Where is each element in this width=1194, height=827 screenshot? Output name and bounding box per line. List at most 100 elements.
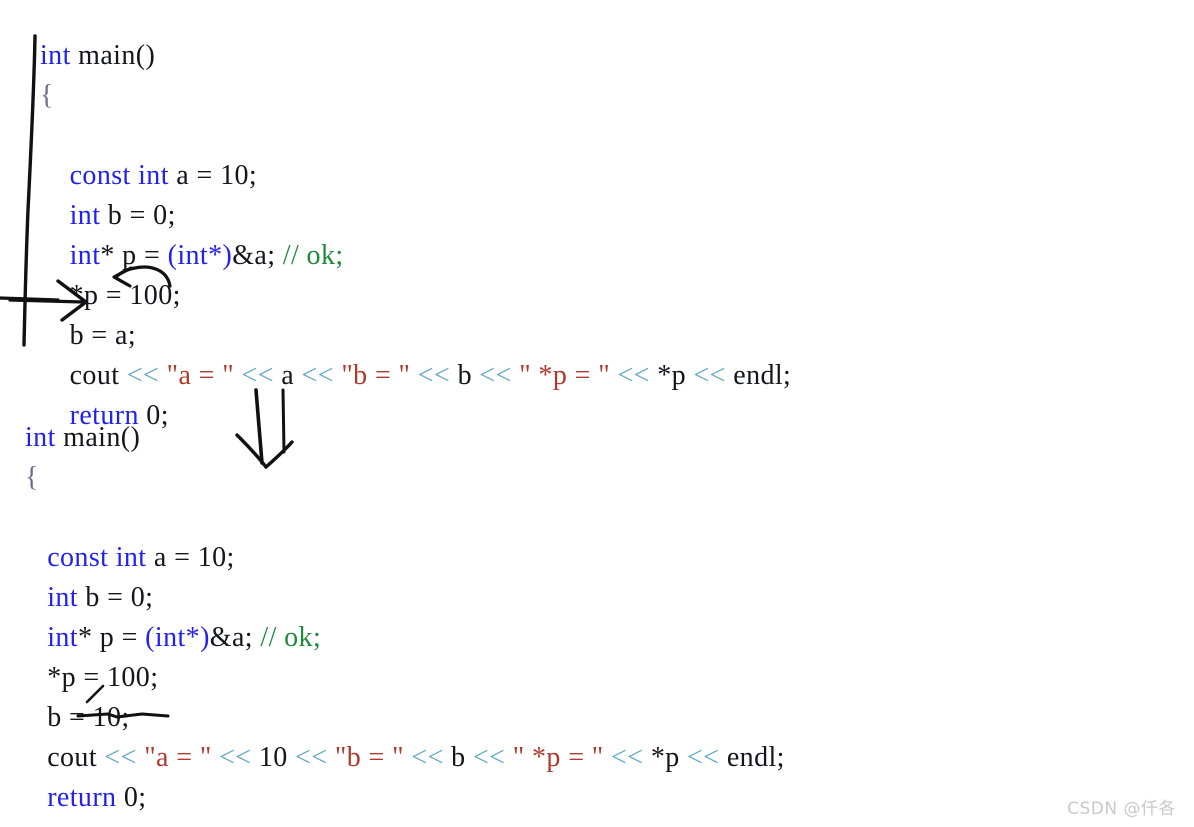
code-token-id	[410, 360, 417, 391]
code-token-id	[328, 742, 335, 773]
code-line: {	[40, 76, 791, 116]
code-token-str: " *p = "	[519, 360, 611, 391]
code-line: *p = 100;	[25, 658, 785, 698]
code-token-id	[25, 782, 47, 813]
code-token-id: *p =	[40, 280, 130, 311]
code-token-num: 10	[197, 542, 227, 573]
csdn-watermark: CSDN @仟各	[1067, 799, 1176, 819]
code-token-id	[252, 742, 259, 773]
code-token-kw: (	[167, 240, 178, 271]
code-token-id	[25, 582, 47, 613]
code-token-punc: ;	[138, 782, 147, 813]
code-line: cout << "a = " << 10 << "b = " << b << "…	[25, 738, 785, 778]
code-token-punc: ()	[120, 422, 141, 453]
code-token-str: "b = "	[341, 360, 411, 391]
code-token-id	[108, 542, 115, 573]
code-token-op: <<	[411, 742, 444, 773]
code-token-kw: int	[154, 622, 186, 653]
code-token-kw: (	[145, 622, 155, 653]
code-line: int b = 0;	[25, 578, 785, 618]
code-token-id	[505, 742, 512, 773]
code-token-id: a =	[146, 542, 198, 573]
code-token-kw: int	[25, 422, 56, 453]
code-token-op: <<	[301, 360, 334, 391]
code-token-op: <<	[617, 360, 650, 391]
code-token-num: 10	[220, 160, 249, 191]
code-token-id: main	[78, 40, 136, 71]
code-token-num: 0	[123, 782, 139, 813]
code-token-id	[25, 622, 47, 653]
code-block-result: int main() { const int a = 10; int b = 0;…	[25, 418, 785, 818]
code-token-punc: ;	[248, 160, 258, 191]
code-line: const int a = 10;	[40, 156, 791, 196]
code-line: int b = 0;	[40, 196, 791, 236]
code-token-kw: int	[115, 542, 147, 573]
code-token-op: <<	[693, 360, 726, 391]
code-token-op: <<	[295, 742, 328, 773]
code-token-id: b	[443, 742, 473, 773]
code-line: b = a;	[40, 316, 791, 356]
code-token-str: "a = "	[166, 360, 235, 391]
code-token-num: 0	[153, 200, 168, 231]
code-token-id	[116, 782, 123, 813]
code-token-op: <<	[104, 742, 137, 773]
code-token-str: "b = "	[334, 742, 404, 773]
code-line: int* p = (int*)&a; // ok;	[40, 236, 791, 276]
code-line: b = 10;	[25, 698, 785, 738]
code-token-op: <<	[472, 742, 506, 773]
code-token-brace: {	[40, 80, 54, 111]
code-token-id: *p	[649, 360, 694, 391]
code-token-id: endl;	[725, 360, 792, 391]
code-token-id: a	[273, 360, 302, 391]
code-token-punc: ;	[226, 542, 235, 573]
code-token-op: <<	[241, 360, 274, 391]
code-token-id: b = a;	[40, 320, 136, 351]
code-token-cmt: // ok;	[282, 240, 344, 271]
code-token-id: *p =	[25, 662, 107, 693]
code-token-id: b =	[25, 702, 93, 733]
code-token-id: cout	[40, 360, 127, 391]
code-token-kw: *)	[208, 240, 233, 271]
code-token-kw: *)	[185, 622, 210, 653]
code-token-id: cout	[25, 742, 105, 773]
code-token-id	[40, 160, 70, 191]
code-token-id	[234, 360, 241, 391]
code-token-op: <<	[417, 360, 451, 391]
code-token-op: <<	[611, 742, 644, 773]
code-token-op: <<	[126, 360, 160, 391]
code-token-id: *p	[643, 742, 688, 773]
code-token-id	[40, 200, 70, 231]
code-token-punc: ()	[135, 40, 156, 71]
code-token-id: main	[63, 422, 121, 453]
code-token-id: &a;	[209, 622, 261, 653]
code-token-id: b	[450, 360, 480, 391]
code-token-brace: {	[25, 462, 39, 493]
code-token-kw: const	[47, 542, 109, 573]
code-token-id	[604, 742, 611, 773]
code-line: const int a = 10;	[25, 538, 785, 578]
document-canvas: int main(){ const int a = 10; int b = 0;…	[0, 0, 1194, 827]
code-token-kw: return	[47, 782, 117, 813]
code-token-id: a =	[168, 160, 221, 191]
code-token-id	[212, 742, 219, 773]
code-token-punc: ;	[172, 280, 181, 311]
code-token-num: 100	[107, 662, 151, 693]
code-token-kw: int	[177, 240, 209, 271]
code-line: {	[25, 458, 785, 498]
code-token-kw: int	[69, 240, 101, 271]
code-token-num: 0	[130, 582, 146, 613]
code-token-op: <<	[479, 360, 512, 391]
code-token-kw: int	[138, 160, 169, 191]
code-block-original: int main() { const int a = 10; int b = 0;…	[40, 36, 791, 436]
code-token-str: "a = "	[144, 742, 212, 773]
code-token-id	[159, 360, 166, 391]
code-token-punc: ;	[145, 582, 154, 613]
code-token-id: * p =	[100, 240, 168, 271]
code-line: int* p = (int*)&a; // ok;	[25, 618, 785, 658]
code-token-punc: ;	[150, 662, 159, 693]
code-token-id: &a;	[232, 240, 283, 271]
code-token-kw: int	[47, 582, 78, 613]
code-token-punc: ;	[167, 200, 176, 231]
